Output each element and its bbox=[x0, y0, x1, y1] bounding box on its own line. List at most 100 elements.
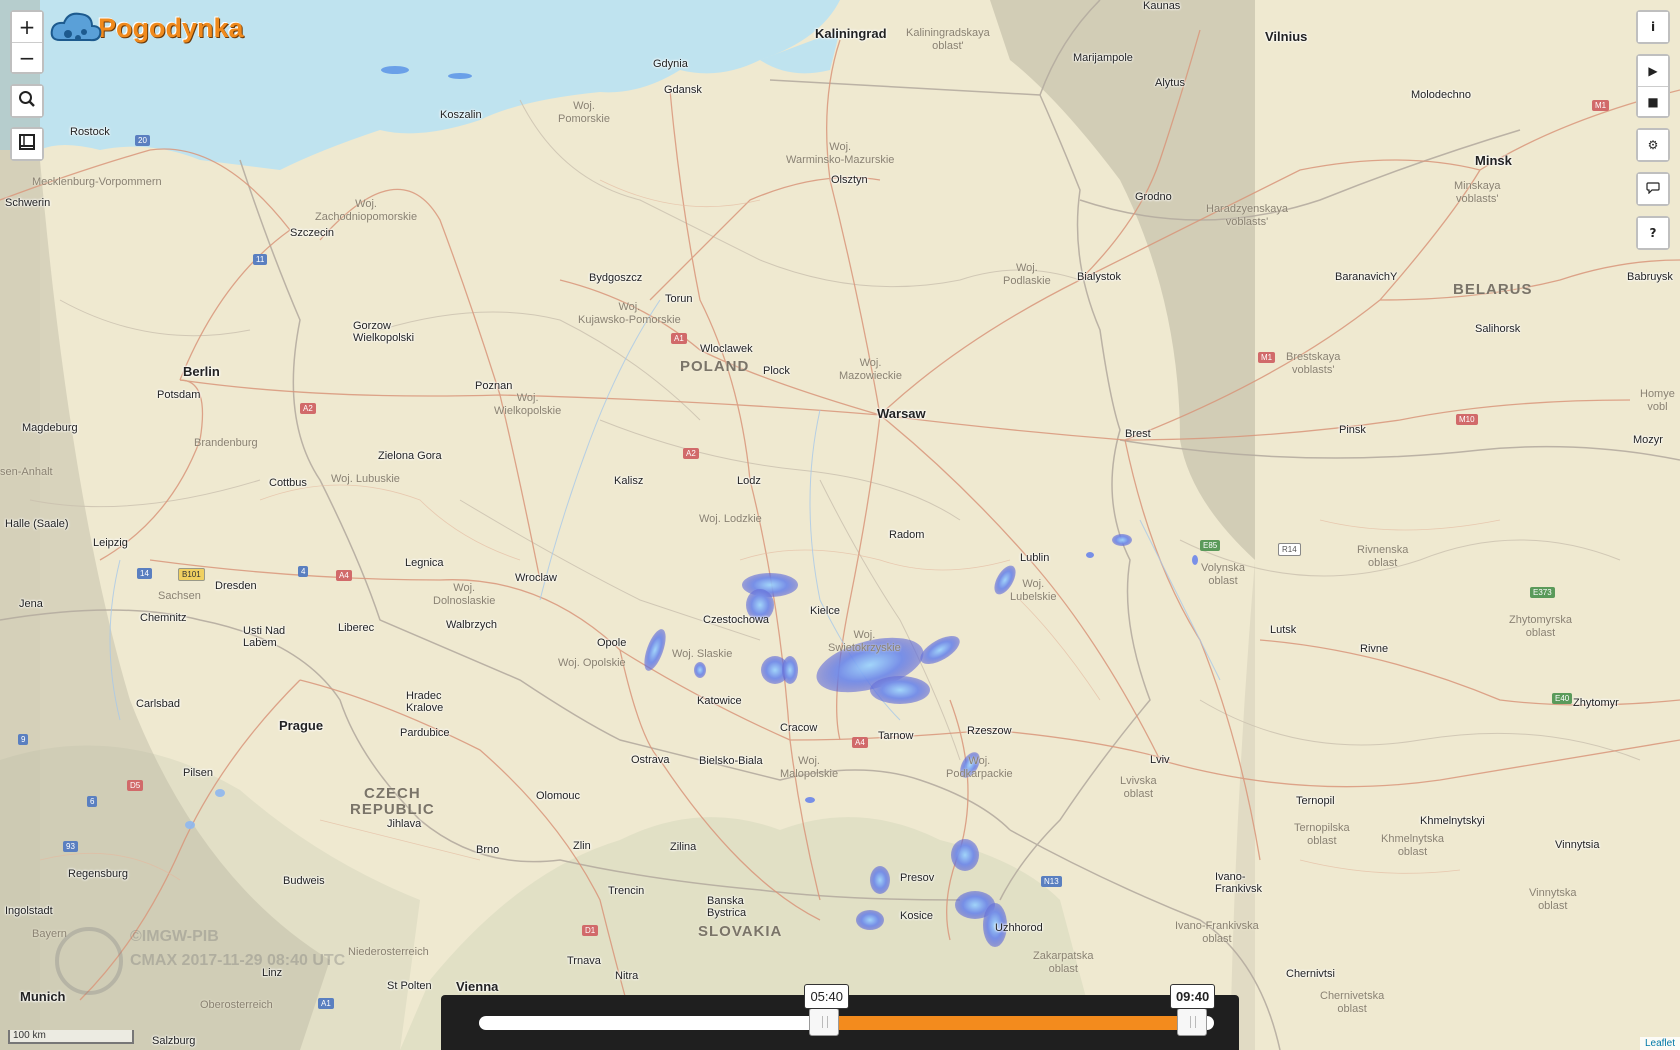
road-shield: 93 bbox=[63, 841, 78, 852]
city-label: Pardubice bbox=[400, 727, 450, 739]
city-label: Kaliningrad bbox=[815, 26, 887, 41]
road-shield: A1 bbox=[318, 998, 334, 1009]
city-label: Babruysk bbox=[1627, 271, 1673, 283]
road-shield: M1 bbox=[1592, 100, 1610, 111]
city-label: Halle (Saale) bbox=[5, 518, 69, 530]
city-label: Jena bbox=[19, 598, 43, 610]
city-label: Carlsbad bbox=[136, 698, 181, 710]
scale-bar: 100 km bbox=[8, 1030, 134, 1044]
city-label: Dresden bbox=[215, 580, 257, 592]
city-label: Cracow bbox=[780, 722, 818, 734]
region-label: Chernivetska oblast bbox=[1320, 990, 1385, 1015]
city-label: Opole bbox=[597, 637, 627, 649]
info-button[interactable]: i bbox=[1638, 12, 1668, 42]
city-label: Radom bbox=[889, 529, 925, 541]
region-label: Minskaya voblasts' bbox=[1454, 180, 1501, 205]
city-label: Liberec bbox=[338, 622, 375, 634]
layers-button[interactable] bbox=[12, 129, 42, 159]
road-shield: 11 bbox=[253, 254, 268, 265]
city-label: Uzhhorod bbox=[995, 922, 1043, 934]
country-label-belarus: BELARUS bbox=[1453, 281, 1533, 298]
road-shield: 9 bbox=[18, 734, 29, 745]
region-label: Woj. Dolnoslaskie bbox=[433, 582, 496, 607]
road-shield: E373 bbox=[1530, 587, 1555, 598]
city-label: Chemnitz bbox=[140, 612, 187, 624]
city-label: Poznan bbox=[475, 380, 513, 392]
comment-button[interactable] bbox=[1638, 174, 1668, 204]
city-label: Bydgoszcz bbox=[589, 272, 643, 284]
region-label: Woj. Podkarpackie bbox=[946, 755, 1013, 780]
city-label: Gdynia bbox=[653, 58, 688, 70]
city-label: Pilsen bbox=[183, 767, 213, 779]
stop-button[interactable]: ■ bbox=[1638, 86, 1668, 116]
road-shield: A2 bbox=[683, 448, 699, 459]
zoom-in-button[interactable]: + bbox=[12, 12, 42, 42]
leaflet-attribution-link[interactable]: Leaflet bbox=[1639, 1037, 1680, 1050]
region-label: Woj. Malopolskie bbox=[780, 755, 839, 780]
time-slider-end-handle[interactable]: 09:40 bbox=[1169, 984, 1216, 1036]
road-shield: A4 bbox=[336, 570, 352, 581]
layers-icon bbox=[18, 132, 36, 156]
stop-icon: ■ bbox=[1647, 94, 1659, 109]
road-shield: E85 bbox=[1200, 540, 1221, 551]
city-label: Lublin bbox=[1020, 552, 1050, 564]
region-label: Volynska oblast bbox=[1201, 562, 1246, 587]
city-label: Jihlava bbox=[387, 818, 422, 830]
search-button[interactable] bbox=[12, 86, 42, 116]
time-slider-start-handle[interactable]: 05:40 bbox=[804, 984, 849, 1036]
city-label: Wroclaw bbox=[515, 572, 557, 584]
city-label: Ternopil bbox=[1296, 795, 1335, 807]
comment-control bbox=[1636, 172, 1670, 206]
road-shield: 4 bbox=[298, 566, 309, 577]
region-label: Zhytomyrska oblast bbox=[1509, 614, 1572, 639]
region-label: Haradzyenskaya voblasts' bbox=[1206, 203, 1288, 228]
city-label: Kosice bbox=[900, 910, 934, 922]
city-label: Banska Bystrica bbox=[707, 895, 747, 919]
road-shield: A2 bbox=[300, 403, 316, 414]
play-button[interactable]: ▶ bbox=[1638, 56, 1668, 86]
help-button[interactable]: ? bbox=[1638, 218, 1668, 248]
city-label: Trencin bbox=[608, 885, 645, 897]
region-label: Sachsen bbox=[158, 590, 201, 602]
city-label: Grodno bbox=[1135, 191, 1172, 203]
play-icon: ▶ bbox=[1648, 64, 1658, 78]
city-label: Marijampole bbox=[1073, 52, 1133, 64]
country-label-czech: CZECH REPUBLIC bbox=[350, 785, 435, 818]
city-label: Vienna bbox=[456, 979, 499, 994]
info-control: i bbox=[1636, 10, 1670, 44]
map-canvas[interactable]: POLAND CZECH REPUBLIC SLOVAKIA BELARUS W… bbox=[0, 0, 1680, 1050]
city-label: Molodechno bbox=[1411, 89, 1471, 101]
road-shield: M1 bbox=[1258, 352, 1276, 363]
city-label: Magdeburg bbox=[22, 422, 78, 434]
region-label: sen-Anhalt bbox=[0, 466, 53, 478]
road-shield: E40 bbox=[1552, 693, 1573, 704]
city-label: Budweis bbox=[283, 875, 325, 887]
city-label: Rostock bbox=[70, 126, 110, 138]
region-label: Vinnytska oblast bbox=[1529, 887, 1577, 912]
city-label: Kielce bbox=[810, 605, 840, 617]
city-label: Zlin bbox=[573, 840, 591, 852]
road-shield: 6 bbox=[87, 796, 98, 807]
city-label: Rivne bbox=[1360, 643, 1389, 655]
city-label: Czestochowa bbox=[703, 614, 770, 626]
city-label: Lviv bbox=[1150, 754, 1170, 766]
city-label: Presov bbox=[900, 872, 935, 884]
zoom-out-button[interactable]: − bbox=[12, 42, 42, 72]
time-slider-range bbox=[824, 1016, 1192, 1030]
city-label: Zhytomyr bbox=[1573, 697, 1619, 709]
app-logo[interactable]: Pogodynka bbox=[50, 8, 244, 48]
region-label: Rivnenska oblast bbox=[1357, 544, 1409, 569]
region-label: Woj. Lubuskie bbox=[331, 473, 400, 485]
city-label: Rzeszow bbox=[967, 725, 1012, 737]
city-label: Chernivtsi bbox=[1286, 968, 1335, 980]
region-label: Woj. Lodzkie bbox=[699, 513, 762, 525]
region-label: Woj. Podlaskie bbox=[1003, 262, 1051, 287]
help-icon: ? bbox=[1649, 226, 1657, 240]
time-slider-panel: 05:40 09:40 bbox=[441, 984, 1239, 1050]
start-time-label: 05:40 bbox=[804, 984, 849, 1009]
time-slider-track[interactable] bbox=[479, 1016, 1214, 1030]
city-label: Schwerin bbox=[5, 197, 51, 209]
city-label: Mozyr bbox=[1633, 434, 1663, 446]
settings-button[interactable]: ⚙ bbox=[1638, 130, 1668, 160]
region-label: Brandenburg bbox=[194, 437, 258, 449]
